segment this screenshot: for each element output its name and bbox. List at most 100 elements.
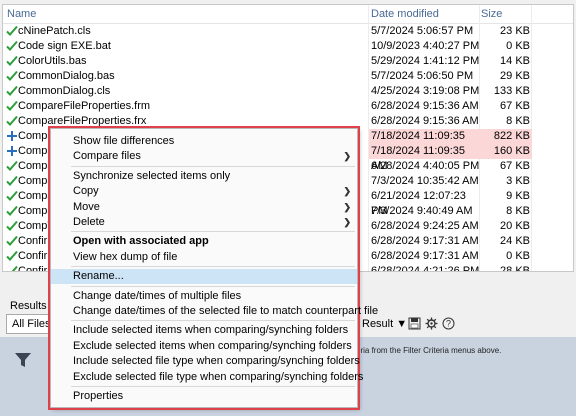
file-size: 20 KB [500, 220, 530, 232]
submenu-arrow-icon: ❯ [343, 151, 351, 162]
file-date: 6/28/2024 9:15:36 AM [371, 100, 479, 112]
menu-item[interactable]: Compare files ❯ [51, 149, 357, 164]
check-icon [6, 160, 18, 171]
file-date: 5/7/2024 5:06:50 PM [371, 70, 474, 82]
table-row[interactable]: CommonDialog.bas 5/7/2024 5:06:50 PM 29 KB [3, 69, 573, 84]
menu-item-label: View hex dump of file [73, 250, 178, 263]
menu-item-label: Show file differences [73, 135, 175, 147]
menu-separator [71, 386, 355, 387]
file-size: 0 KB [506, 250, 530, 262]
column-header-row: Name Date modified Size [3, 5, 573, 24]
menu-item[interactable]: Move ❯ [51, 200, 357, 215]
dropdown-arrow-icon: ▼ [396, 318, 408, 330]
check-icon [6, 100, 18, 111]
menu-separator [71, 266, 355, 268]
file-size: 822 KB [480, 129, 532, 144]
file-size: 3 KB [506, 175, 530, 187]
menu-item[interactable]: Properties [51, 389, 357, 404]
menu-item-label: Exclude selected file type when comparin… [73, 370, 364, 383]
file-size: 29 KB [500, 70, 530, 82]
file-size: 9 KB [506, 190, 530, 202]
menu-item-label: Change date/times of the selected file t… [73, 305, 379, 317]
table-row[interactable]: ColorUtils.bas 5/29/2024 1:41:12 PM 14 KB [3, 54, 573, 69]
check-icon [6, 190, 18, 201]
svg-text:?: ? [446, 319, 451, 329]
file-size: 8 KB [506, 205, 530, 217]
table-row[interactable]: CommonDialog.cls 4/25/2024 3:19:08 PM 133 … [3, 84, 573, 99]
menu-item[interactable]: Change date/times of multiple files [51, 289, 357, 304]
plus-icon [7, 146, 17, 156]
file-name: CompareFileProperties.frm [18, 100, 151, 112]
check-icon [6, 25, 18, 36]
check-icon [6, 205, 18, 216]
menu-item[interactable]: Copy ❯ [51, 184, 357, 199]
column-header-size[interactable]: Size [481, 8, 502, 20]
check-icon [6, 235, 18, 246]
menu-item[interactable]: Synchronize selected items only [51, 169, 357, 184]
menu-item-label: Move [73, 200, 100, 213]
file-name: ColorUtils.bas [18, 55, 87, 67]
save-icon[interactable] [408, 317, 421, 330]
menu-item[interactable]: Show file differences [51, 134, 357, 149]
menu-separator [71, 231, 355, 233]
file-size: 14 KB [500, 55, 530, 67]
menu-separator [71, 320, 355, 322]
check-icon [6, 55, 18, 66]
check-icon [6, 220, 18, 231]
menu-item[interactable]: Open with associated app [51, 234, 357, 249]
file-date: 7/18/2024 11:09:35 AM [369, 129, 482, 157]
menu-item[interactable]: Include selected items when comparing/sy… [51, 323, 357, 338]
menu-item[interactable]: Rename... [51, 269, 357, 285]
help-icon[interactable]: ? [442, 317, 455, 330]
menu-item[interactable]: View hex dump of file [51, 250, 357, 265]
submenu-arrow-icon: ❯ [343, 217, 351, 227]
table-row[interactable]: CompareFileProperties.frm 6/28/2024 9:15:… [3, 99, 573, 114]
menu-item-label: Compare files [73, 150, 141, 163]
menu-item-label: Properties [73, 390, 124, 402]
menu-item-label: Include selected items when comparing/sy… [73, 324, 349, 337]
menu-item[interactable]: Include selected file type when comparin… [51, 354, 360, 369]
file-date: 5/7/2024 5:06:57 PM [371, 25, 474, 37]
submenu-arrow-icon: ❯ [343, 201, 351, 212]
file-date: 6/28/2024 4:40:05 PM [371, 160, 480, 172]
file-date: 5/29/2024 1:41:12 PM [371, 55, 480, 67]
table-row[interactable]: CompareFileProperties.frx 6/28/2024 9:15:… [3, 114, 573, 129]
gear-icon[interactable] [425, 317, 438, 330]
menu-item-label: Include selected file type when comparin… [73, 355, 360, 368]
menu-item[interactable]: Exclude selected items when comparing/sy… [51, 339, 357, 354]
file-date: 7/3/2024 9:40:49 AM [371, 205, 473, 217]
file-name: Code sign EXE.bat [18, 40, 111, 52]
table-row[interactable]: Code sign EXE.bat 10/9/2023 4:40:27 PM 0 K… [3, 39, 573, 54]
file-date: 7/18/2024 11:09:35 AM [369, 144, 482, 172]
check-icon [6, 250, 18, 261]
file-date: 10/9/2023 4:40:27 PM [371, 40, 480, 52]
file-name: CompareFileProperties.frx [18, 115, 147, 127]
context-menu: Show file differences Compare files ❯ Synch… [48, 126, 378, 410]
file-date: 7/3/2024 10:35:42 AM [371, 175, 479, 187]
result-button[interactable]: Result ▼ [362, 318, 407, 330]
menu-item[interactable]: Change date/times of the selected file t… [51, 304, 378, 319]
menu-item-label: Exclude selected items when comparing/sy… [73, 339, 352, 352]
check-icon [6, 175, 18, 186]
check-icon [6, 40, 18, 51]
table-row[interactable]: cNinePatch.cls 5/7/2024 5:06:57 PM 23 KB [3, 24, 573, 39]
menu-separator [71, 285, 355, 287]
filter-icon[interactable] [14, 351, 32, 369]
file-name: CommonDialog.cls [18, 85, 111, 97]
filter-hint-text: eria from the Filter Criteria menus abov… [356, 346, 502, 355]
column-header-name[interactable]: Name [7, 8, 36, 20]
check-icon [6, 115, 18, 126]
file-date: 6/21/2024 12:07:23 PM [371, 190, 466, 217]
file-size: 67 KB [500, 160, 530, 172]
menu-item-label: Copy [73, 185, 99, 198]
menu-item[interactable]: Delete ❯ [51, 215, 357, 230]
file-date: 6/28/2024 9:17:31 AM [371, 250, 479, 262]
file-size: 24 KB [500, 235, 530, 247]
check-icon [6, 70, 18, 81]
menu-item[interactable]: Exclude selected file type when comparin… [51, 370, 363, 385]
file-size: 0 KB [506, 40, 530, 52]
file-size: 160 KB [480, 144, 532, 159]
menu-separator [71, 165, 355, 167]
file-date: 6/28/2024 9:24:25 AM [371, 220, 479, 232]
column-header-date[interactable]: Date modified [371, 8, 439, 20]
